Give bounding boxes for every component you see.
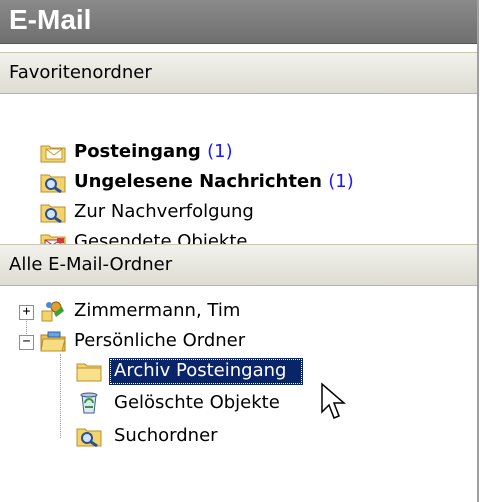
tree-item-suchordner[interactable]: Suchordner <box>0 422 470 452</box>
search-folder-icon <box>40 174 66 194</box>
unread-count: (1) <box>328 171 354 192</box>
tree-item-persoenliche-ordner[interactable]: − Persönliche Ordner <box>0 327 470 357</box>
unread-count: (1) <box>207 141 233 162</box>
tree-item-label: Persönliche Ordner <box>74 330 246 351</box>
tree-item-label: Gelöschte Objekte <box>114 392 280 413</box>
all-folders-section-header[interactable]: Alle E-Mail-Ordner <box>0 244 477 286</box>
mail-navigation-pane: E-Mail Favoritenordner Posteingang (1) U… <box>0 0 479 502</box>
tree-item-zimmermann-tim[interactable]: + Zimmermann, Tim <box>0 297 470 327</box>
mailbox-icon <box>41 301 64 322</box>
tree-item-geloeschte-objekte[interactable]: Gelöschte Objekte <box>0 389 470 419</box>
tree-item-archiv-posteingang[interactable]: Archiv Posteingang <box>0 357 470 387</box>
tree-item-label: Suchordner <box>114 425 218 446</box>
personal-folders-icon <box>40 331 66 352</box>
mouse-pointer-icon <box>321 382 347 419</box>
search-folder-icon <box>40 204 66 224</box>
pane-title: E-Mail <box>9 4 92 35</box>
deleted-items-icon <box>80 392 98 414</box>
folder-icon <box>76 363 102 382</box>
favorites-section-label: Favoritenordner <box>9 62 152 83</box>
all-folders-section-label: Alle E-Mail-Ordner <box>9 254 173 275</box>
favorite-item-label: Ungelesene Nachrichten (1) <box>74 171 354 192</box>
tree-item-label: Zimmermann, Tim <box>74 300 241 321</box>
pane-title-bar: E-Mail <box>0 0 477 44</box>
favorite-item-label: Posteingang (1) <box>74 141 233 162</box>
favorite-item-label: Zur Nachverfolgung <box>74 201 254 222</box>
collapse-minus-icon[interactable]: − <box>19 335 34 350</box>
tree-item-label: Archiv Posteingang <box>114 360 287 381</box>
favorites-section-header[interactable]: Favoritenordner <box>0 52 477 94</box>
search-folder-icon <box>76 428 102 448</box>
inbox-icon <box>40 145 66 163</box>
expand-plus-icon[interactable]: + <box>19 305 34 320</box>
